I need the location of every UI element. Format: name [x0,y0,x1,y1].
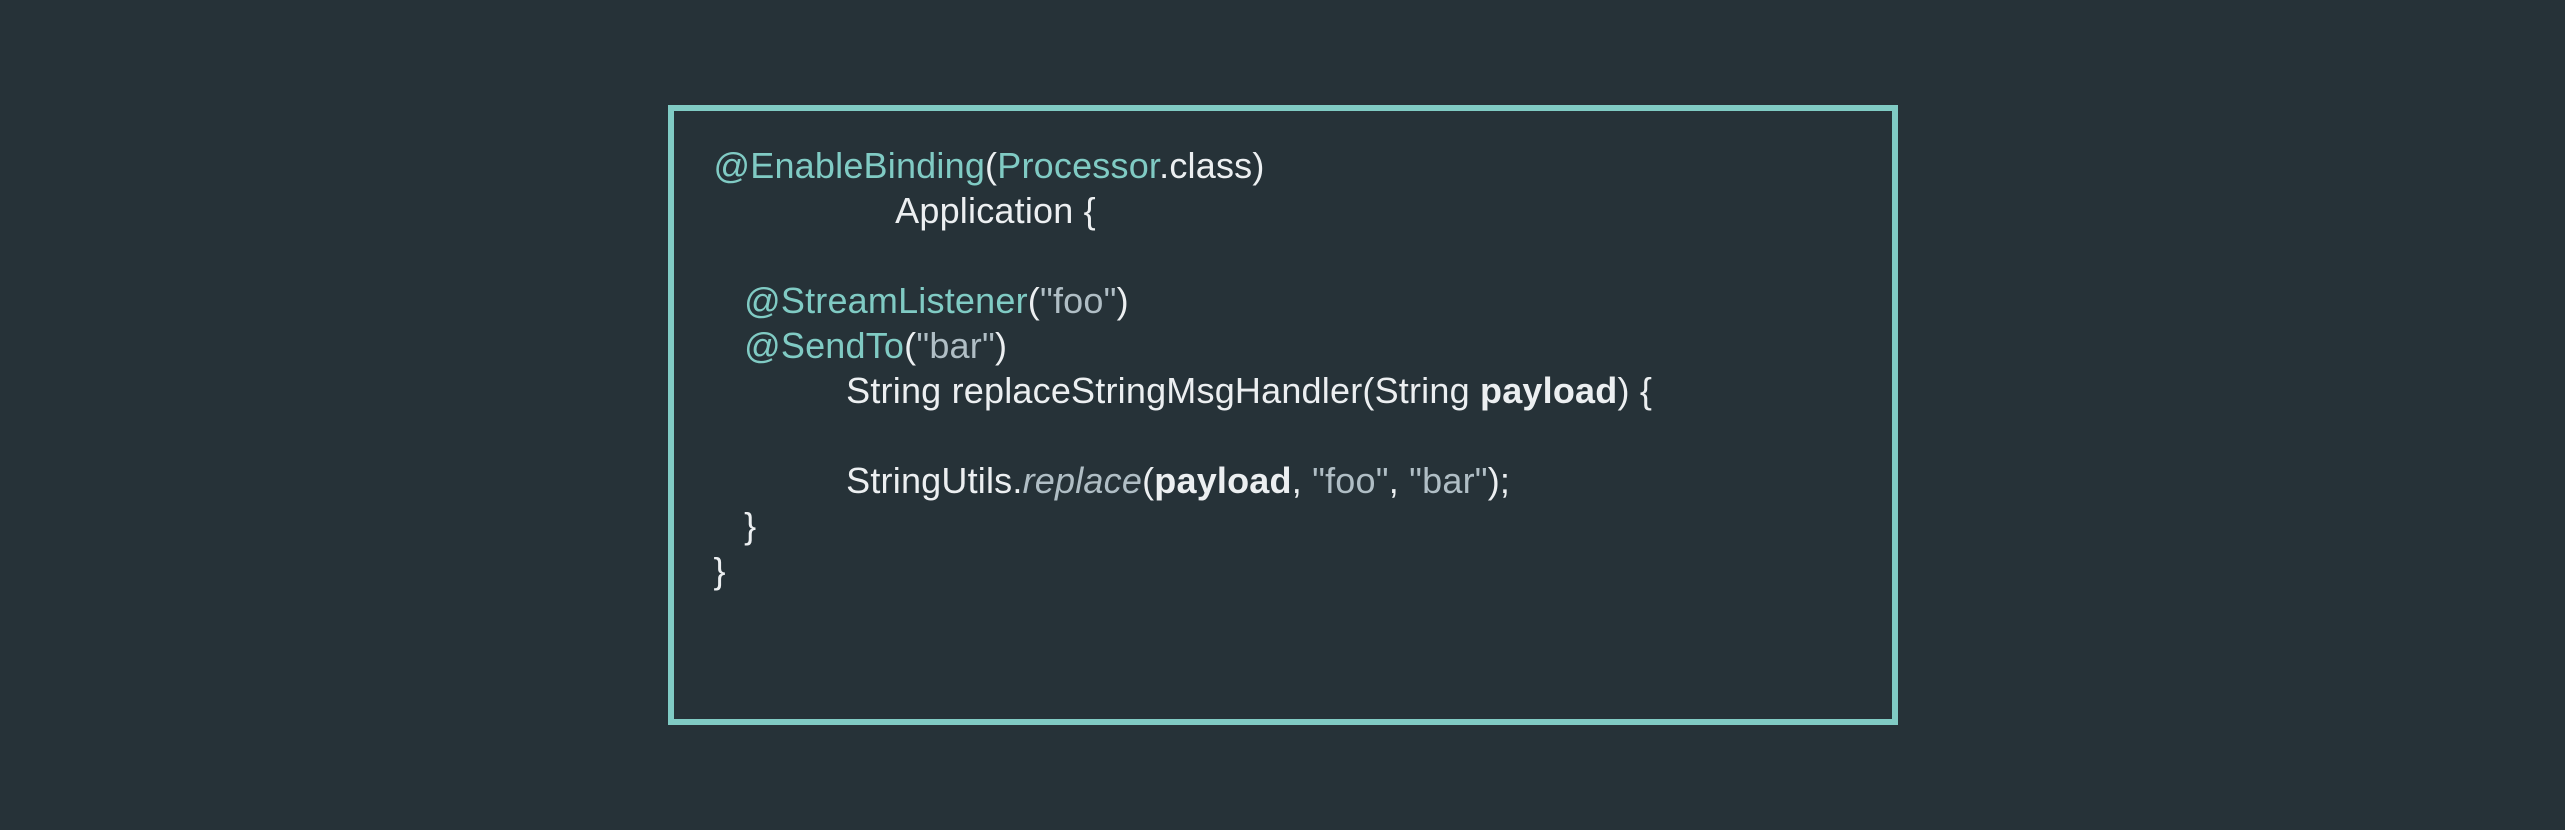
text: Application { [895,190,1096,231]
annotation: @EnableBinding [714,145,986,186]
method-name: replace [1023,460,1142,501]
indent [714,325,745,366]
indent [714,370,847,411]
param-name: payload [1480,370,1617,411]
text: StringUtils. [846,460,1022,501]
text: String replaceStringMsgHandler(String [846,370,1480,411]
param-name: payload [1154,460,1291,501]
string-literal: "bar" [1409,460,1488,501]
text: , [1292,460,1312,501]
text: , [1389,460,1409,501]
indent [714,280,745,321]
text: ) { [1617,370,1652,411]
type-name: Processor [997,145,1159,186]
paren: ) [1117,280,1129,321]
paren: ( [1028,280,1040,321]
string-literal: "foo" [1312,460,1389,501]
text: .class) [1159,145,1264,186]
paren: ) [995,325,1007,366]
indent [714,505,745,546]
paren: ( [904,325,916,366]
string-literal: "bar" [916,325,995,366]
brace: } [714,550,726,591]
annotation: @SendTo [744,325,904,366]
indent [714,190,896,231]
indent [714,460,847,501]
code-block: @EnableBinding(Processor.class) Applicat… [714,143,1852,593]
code-snippet-box: @EnableBinding(Processor.class) Applicat… [668,105,1898,725]
brace: } [744,505,756,546]
string-literal: "foo" [1040,280,1117,321]
annotation: @StreamListener [744,280,1028,321]
paren: ( [1142,460,1154,501]
paren: ( [985,145,997,186]
text: ); [1488,460,1510,501]
